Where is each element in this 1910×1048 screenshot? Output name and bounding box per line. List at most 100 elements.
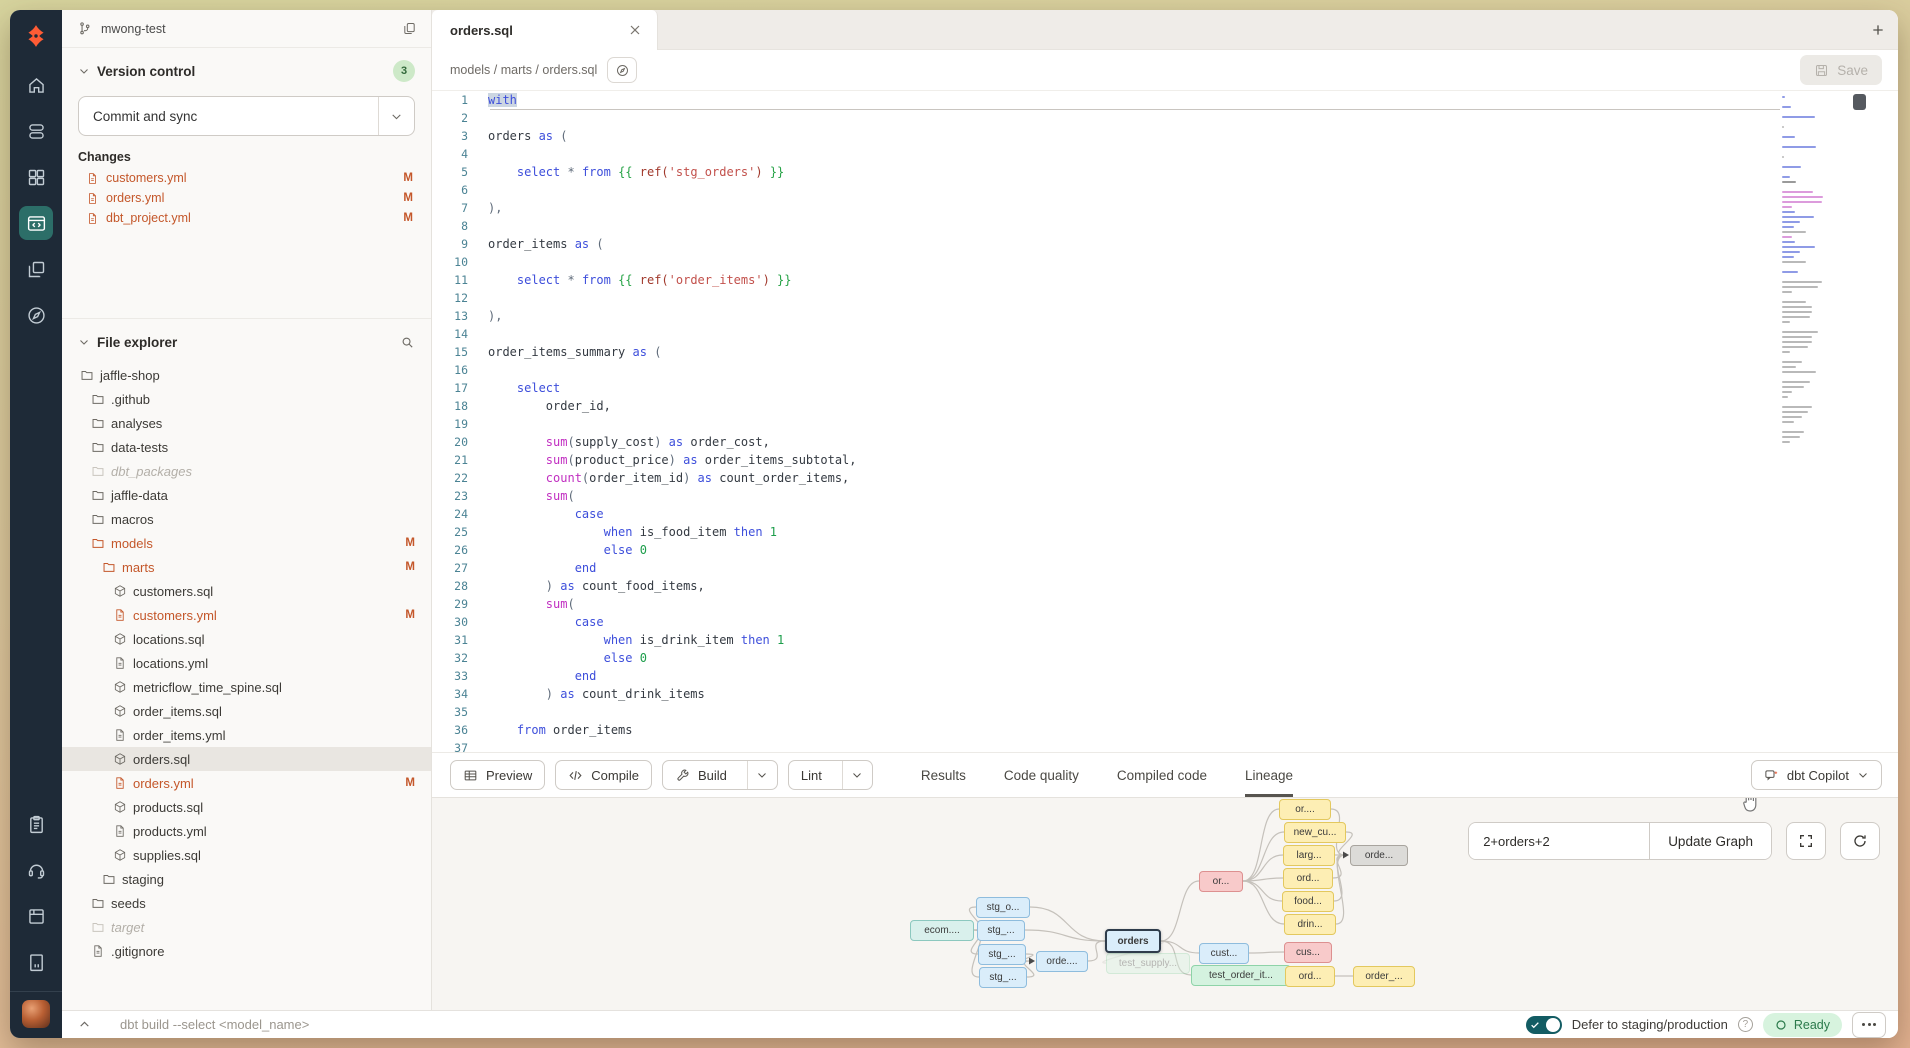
code-line[interactable]: 26 else 0 [432,541,1898,559]
rail-projects-button[interactable] [10,246,62,292]
code-line[interactable]: 27 end [432,559,1898,577]
lineage-node[interactable]: stg_... [977,920,1025,941]
tree-item-jaffle-shop[interactable]: jaffle-shop [62,363,431,387]
code-editor[interactable]: 1with23orders as (45 select * from {{ re… [432,90,1898,752]
rail-support-button[interactable] [10,847,62,893]
tree-item-analyses[interactable]: analyses [62,411,431,435]
tree-item-marts[interactable]: martsM [62,555,431,579]
new-tab-button[interactable] [1858,10,1898,49]
tree-item-seeds[interactable]: seeds [62,891,431,915]
copy-icon[interactable] [402,21,417,36]
code-line[interactable]: 1with [432,91,1898,109]
code-line[interactable]: 7), [432,199,1898,217]
help-icon[interactable]: ? [1738,1017,1753,1032]
build-button[interactable]: Build [662,760,778,790]
tree-item--github[interactable]: .github [62,387,431,411]
rail-deploy-button[interactable] [10,108,62,154]
tab-code-quality[interactable]: Code quality [1004,753,1079,797]
code-line[interactable]: 30 case [432,613,1898,631]
lineage-node[interactable]: test_supply... [1106,953,1190,974]
code-line[interactable]: 10 [432,253,1898,271]
lineage-node[interactable]: cust... [1199,943,1249,964]
tree-item-products-sql[interactable]: products.sql [62,795,431,819]
tree-item-macros[interactable]: macros [62,507,431,531]
code-line[interactable]: 14 [432,325,1898,343]
more-options-button[interactable] [1852,1012,1886,1038]
code-line[interactable]: 8 [432,217,1898,235]
lineage-node[interactable]: test_order_it... [1191,965,1291,986]
update-graph-button[interactable]: Update Graph [1649,823,1771,859]
tree-item-order-items-sql[interactable]: order_items.sql [62,699,431,723]
build-options-caret[interactable] [747,761,777,789]
code-line[interactable]: 12 [432,289,1898,307]
code-line[interactable]: 31 when is_drink_item then 1 [432,631,1898,649]
user-avatar[interactable] [22,1000,50,1028]
dbt-copilot-button[interactable]: dbt Copilot [1751,760,1882,790]
tree-item-orders-sql[interactable]: orders.sql [62,747,431,771]
tree-item-dbt-packages[interactable]: dbt_packages [62,459,431,483]
lineage-node[interactable]: orde.... [1036,951,1088,972]
code-line[interactable]: 24 case [432,505,1898,523]
lineage-node[interactable]: drin... [1284,914,1336,935]
lineage-node[interactable]: food... [1282,891,1334,912]
code-line[interactable]: 36 from order_items [432,721,1898,739]
defer-toggle[interactable] [1526,1016,1562,1034]
version-control-header[interactable]: Version control 3 [62,54,431,88]
code-line[interactable]: 25 when is_food_item then 1 [432,523,1898,541]
lineage-node[interactable]: stg_... [978,944,1026,965]
code-line[interactable]: 23 sum( [432,487,1898,505]
commit-and-sync-button[interactable]: Commit and sync [78,96,415,136]
code-line[interactable]: 16 [432,361,1898,379]
lineage-node[interactable]: new_cu... [1284,822,1346,843]
code-line[interactable]: 15order_items_summary as ( [432,343,1898,361]
code-line[interactable]: 4 [432,145,1898,163]
tab-lineage[interactable]: Lineage [1245,753,1293,797]
code-line[interactable]: 34 ) as count_drink_items [432,685,1898,703]
lineage-node[interactable]: orders [1105,929,1161,953]
rail-explore-button[interactable] [10,292,62,338]
lineage-node[interactable]: order_... [1353,966,1415,987]
lineage-node[interactable]: orde... [1350,845,1408,866]
tree-item--gitignore[interactable]: .gitignore [62,939,431,963]
code-line[interactable]: 22 count(order_item_id) as count_order_i… [432,469,1898,487]
rail-clipboard-button[interactable] [10,801,62,847]
rail-home-button[interactable] [10,62,62,108]
code-line[interactable]: 18 order_id, [432,397,1898,415]
search-icon[interactable] [400,335,415,350]
code-line[interactable]: 20 sum(supply_cost) as order_cost, [432,433,1898,451]
expand-command-bar-button[interactable] [62,1018,106,1031]
close-icon[interactable] [627,22,643,38]
code-line[interactable]: 13), [432,307,1898,325]
changed-file-row[interactable]: customers.ymlM [62,168,431,188]
code-line[interactable]: 5 select * from {{ ref('stg_orders') }} [432,163,1898,181]
tree-item-models[interactable]: modelsM [62,531,431,555]
lineage-selector-input[interactable] [1469,823,1649,859]
tree-item-products-yml[interactable]: products.yml [62,819,431,843]
lineage-node[interactable]: stg_o... [976,897,1030,918]
tree-item-customers-yml[interactable]: customers.ymlM [62,603,431,627]
changed-file-row[interactable]: orders.ymlM [62,188,431,208]
save-button[interactable]: Save [1800,55,1882,85]
tree-item-metricflow-time-spine-sql[interactable]: metricflow_time_spine.sql [62,675,431,699]
editor-scrollbar-thumb[interactable] [1853,94,1866,110]
lineage-node[interactable]: ord... [1283,868,1333,889]
tab-results[interactable]: Results [921,753,966,797]
rail-develop-button[interactable] [10,200,62,246]
tree-item-staging[interactable]: staging [62,867,431,891]
tree-item-locations-yml[interactable]: locations.yml [62,651,431,675]
tab-orders-sql[interactable]: orders.sql [432,10,658,50]
code-line[interactable]: 37 [432,739,1898,752]
tree-item-data-tests[interactable]: data-tests [62,435,431,459]
lineage-node[interactable]: cus... [1284,942,1332,963]
lint-options-caret[interactable] [842,761,872,789]
code-line[interactable]: 35 [432,703,1898,721]
lineage-node[interactable]: stg_... [979,967,1027,988]
rail-docs-button[interactable] [10,893,62,939]
code-line[interactable]: 11 select * from {{ ref('order_items') }… [432,271,1898,289]
code-line[interactable]: 19 [432,415,1898,433]
code-line[interactable]: 3orders as ( [432,127,1898,145]
tree-item-order-items-yml[interactable]: order_items.yml [62,723,431,747]
command-input[interactable]: dbt build --select <model_name> [106,1017,1526,1032]
lineage-node[interactable]: or.... [1279,799,1331,820]
code-line[interactable]: 9order_items as ( [432,235,1898,253]
